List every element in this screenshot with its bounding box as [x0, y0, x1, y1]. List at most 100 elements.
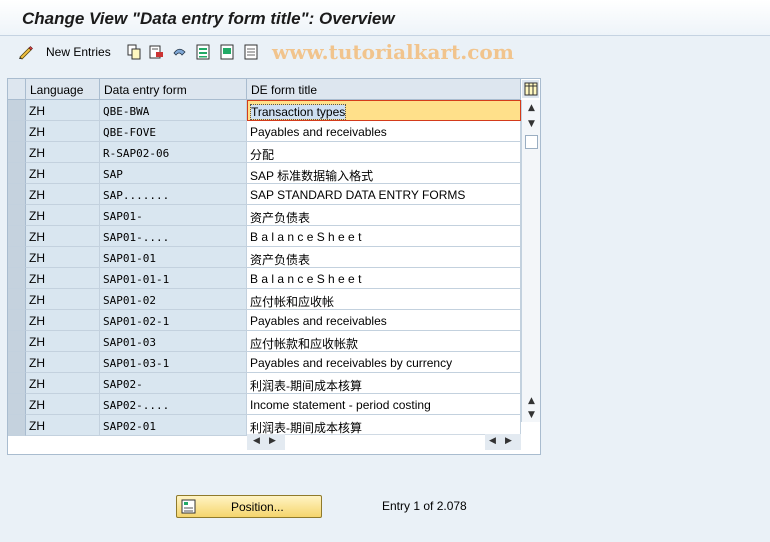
row-selector[interactable] — [8, 100, 26, 121]
de-form-title-input[interactable]: SAP STANDARD DATA ENTRY FORMS — [247, 184, 521, 205]
de-form-title-text: Payables and receivables — [250, 125, 387, 139]
de-form-title-input[interactable]: Payables and receivables by currency — [247, 352, 521, 373]
position-button[interactable]: Position... — [176, 495, 322, 518]
new-entries-button[interactable]: New Entries — [46, 45, 111, 59]
table-row[interactable]: ZH SAP02-01 利润表-期间成本核算 — [8, 415, 521, 436]
scroll-page-down-icon[interactable]: ▼ — [525, 409, 538, 421]
de-form-title-input[interactable]: Payables and receivables — [247, 121, 521, 142]
horizontal-scrollbar-right[interactable]: ◀ ▶ — [485, 434, 521, 450]
row-selector[interactable] — [8, 394, 26, 415]
de-form-title-input[interactable]: SAP 标准数据输入格式 — [247, 163, 521, 184]
de-form-title-input[interactable]: B a l a n c e S h e e t — [247, 226, 521, 247]
row-selector[interactable] — [8, 415, 26, 436]
scroll-right-end-icon[interactable]: ▶ — [505, 436, 512, 446]
horizontal-scroll-track[interactable] — [285, 434, 485, 450]
table-row[interactable]: ZH SAP....... SAP STANDARD DATA ENTRY FORM… — [8, 184, 521, 205]
table-settings-icon[interactable] — [522, 80, 539, 98]
table-row[interactable]: ZH SAP01-02 应付帐和应收帐 — [8, 289, 521, 310]
de-form-title-input[interactable]: Payables and receivables — [247, 310, 521, 331]
data-entry-form-cell: R-SAP02-06 — [100, 142, 247, 163]
de-form-title-input[interactable]: 应付帐款和应收帐款 — [247, 331, 521, 352]
de-form-title-input[interactable]: 利润表-期间成本核算 — [247, 415, 521, 436]
data-entry-form-cell: SAP02-.... — [100, 394, 247, 415]
row-selector[interactable] — [8, 205, 26, 226]
table-row[interactable]: ZH QBE-FOVE Payables and receivables — [8, 121, 521, 142]
display-change-icon[interactable] — [18, 44, 34, 60]
scroll-thumb[interactable] — [525, 135, 538, 149]
de-form-title-input[interactable]: 资产负债表 — [247, 205, 521, 226]
row-selector[interactable] — [8, 226, 26, 247]
table-body: ZH QBE-BWA Transaction types ZH QBE-FOVE Paya… — [8, 100, 521, 436]
de-form-title-input[interactable]: B a l a n c e S h e e t — [247, 268, 521, 289]
table-control: Language Data entry form DE form title Z… — [7, 78, 541, 455]
language-cell: ZH — [26, 100, 100, 121]
data-entry-form-cell: SAP01-01 — [100, 247, 247, 268]
language-cell: ZH — [26, 373, 100, 394]
column-header-data-entry-form[interactable]: Data entry form — [100, 79, 247, 100]
position-icon — [181, 499, 196, 517]
language-cell: ZH — [26, 331, 100, 352]
scroll-left-icon[interactable]: ◀ — [253, 436, 260, 446]
table-row[interactable]: ZH SAP01-01-1 B a l a n c e S h e e t — [8, 268, 521, 289]
data-entry-form-cell: SAP01-.... — [100, 226, 247, 247]
de-form-title-text: B a l a n c e S h e e t — [250, 272, 362, 286]
table-row[interactable]: ZH SAP01-03-1 Payables and receivables by … — [8, 352, 521, 373]
select-block-icon[interactable] — [219, 44, 235, 60]
de-form-title-input[interactable]: 应付帐和应收帐 — [247, 289, 521, 310]
undo-icon[interactable] — [171, 44, 187, 60]
table-row[interactable]: ZH SAP02- 利润表-期间成本核算 — [8, 373, 521, 394]
table-row[interactable]: ZH SAP01-02-1 Payables and receivables — [8, 310, 521, 331]
table-row[interactable]: ZH SAP SAP 标准数据输入格式 — [8, 163, 521, 184]
language-cell: ZH — [26, 205, 100, 226]
de-form-title-input[interactable]: 资产负债表 — [247, 247, 521, 268]
scroll-right-icon[interactable]: ▶ — [269, 436, 276, 446]
row-selector[interactable] — [8, 163, 26, 184]
table-row[interactable]: ZH SAP01-03 应付帐款和应收帐款 — [8, 331, 521, 352]
deselect-all-icon[interactable] — [243, 44, 259, 60]
de-form-title-text: SAP 标准数据输入格式 — [250, 169, 374, 183]
de-form-title-text: 分配 — [250, 148, 275, 162]
table-row[interactable]: ZH SAP01- 资产负债表 — [8, 205, 521, 226]
language-cell: ZH — [26, 268, 100, 289]
de-form-title-input[interactable]: 分配 — [247, 142, 521, 163]
table-row[interactable]: ZH SAP01-01 资产负债表 — [8, 247, 521, 268]
table-row[interactable]: ZH R-SAP02-06 分配 — [8, 142, 521, 163]
row-selector[interactable] — [8, 184, 26, 205]
row-selector[interactable] — [8, 247, 26, 268]
row-selector[interactable] — [8, 289, 26, 310]
row-selector[interactable] — [8, 373, 26, 394]
row-selector[interactable] — [8, 142, 26, 163]
row-selector[interactable] — [8, 331, 26, 352]
de-form-title-input[interactable]: Transaction types — [247, 100, 521, 121]
row-selector[interactable] — [8, 121, 26, 142]
application-toolbar: New Entries www.tutorialkart.com — [0, 37, 770, 67]
de-form-title-text: B a l a n c e S h e e t — [250, 230, 362, 244]
column-header-language[interactable]: Language — [26, 79, 100, 100]
data-entry-form-cell: SAP01-02 — [100, 289, 247, 310]
scroll-up-icon[interactable]: ▲ — [525, 102, 538, 114]
de-form-title-input[interactable]: Income statement - period costing — [247, 394, 521, 415]
position-button-label: Position... — [231, 500, 284, 514]
horizontal-scrollbar-left[interactable]: ◀ ▶ — [247, 434, 285, 450]
data-entry-form-cell: SAP02-01 — [100, 415, 247, 436]
select-all-header[interactable] — [8, 79, 26, 100]
row-selector[interactable] — [8, 268, 26, 289]
de-form-title-text: 应付帐和应收帐 — [250, 295, 335, 309]
scroll-down-icon[interactable]: ▼ — [525, 118, 538, 130]
scroll-page-up-icon[interactable]: ▲ — [525, 395, 538, 407]
row-selector[interactable] — [8, 310, 26, 331]
data-entry-form-cell: SAP01- — [100, 205, 247, 226]
vertical-scrollbar[interactable]: ▲ ▼ ▲ ▼ — [521, 100, 540, 422]
scroll-left-end-icon[interactable]: ◀ — [489, 436, 496, 446]
table-row[interactable]: ZH QBE-BWA Transaction types — [8, 100, 521, 121]
table-row[interactable]: ZH SAP02-.... Income statement - period co… — [8, 394, 521, 415]
delete-icon[interactable] — [148, 44, 164, 60]
column-header-de-form-title[interactable]: DE form title — [247, 79, 521, 100]
de-form-title-input[interactable]: 利润表-期间成本核算 — [247, 373, 521, 394]
select-all-icon[interactable] — [195, 44, 211, 60]
de-form-title-text: Payables and receivables — [250, 314, 387, 328]
data-entry-form-cell: SAP02- — [100, 373, 247, 394]
copy-icon[interactable] — [126, 44, 142, 60]
row-selector[interactable] — [8, 352, 26, 373]
table-row[interactable]: ZH SAP01-.... B a l a n c e S h e e t — [8, 226, 521, 247]
